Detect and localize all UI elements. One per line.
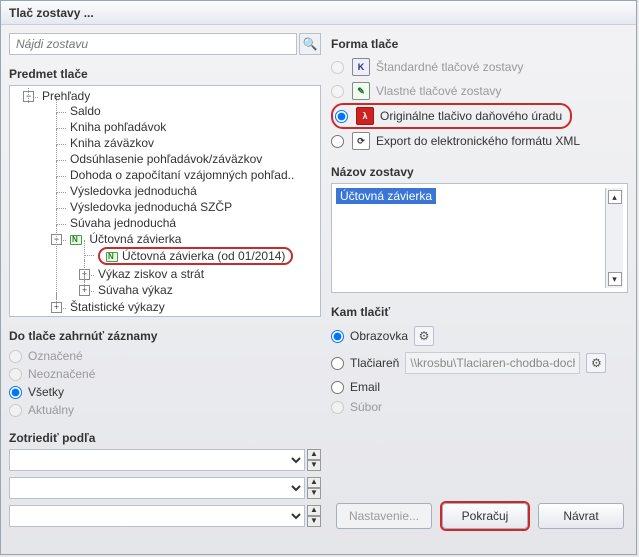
expand-toggle[interactable]: + <box>51 302 62 313</box>
sort-down-icon[interactable]: ▼ <box>307 460 321 471</box>
tree-node[interactable]: Súvaha jednoduchá <box>70 216 176 230</box>
kros-icon: K <box>352 58 370 76</box>
include-unmarked-radio <box>9 368 22 381</box>
scroll-down-icon[interactable]: ▾ <box>608 272 622 286</box>
report-name-list[interactable]: Účtovná závierka ▴ ▾ <box>331 183 628 293</box>
scroll-up-icon[interactable]: ▴ <box>608 190 622 204</box>
doc-icon: ✎ <box>352 82 370 100</box>
tree-node[interactable]: Výkaz ziskov a strát <box>98 267 204 281</box>
dest-printer-label: Tlačiareň <box>350 356 399 370</box>
form-custom-radio <box>331 85 344 98</box>
back-button[interactable]: Návrat <box>538 503 624 529</box>
search-icon[interactable]: 🔍 <box>299 33 321 55</box>
sort-up-icon[interactable]: ▲ <box>307 477 321 488</box>
dest-email-label: Email <box>350 380 380 394</box>
printer-select <box>405 352 580 374</box>
pdf-icon: λ <box>356 107 374 125</box>
report-n-icon <box>70 235 82 245</box>
expand-toggle[interactable]: − <box>51 234 62 245</box>
scrollbar[interactable]: ▴ ▾ <box>605 188 623 288</box>
form-label: Forma tlače <box>331 37 628 51</box>
print-dialog: Tlač zostavy ... 🔍 Predmet tlače − Prehľ… <box>0 0 637 555</box>
xml-icon: ⟳ <box>352 132 370 150</box>
dialog-title: Tlač zostavy ... <box>1 1 636 25</box>
tree-node[interactable]: Saldo <box>70 104 101 118</box>
dest-screen-radio[interactable] <box>331 330 344 343</box>
dest-file-radio <box>331 401 344 414</box>
report-n-icon <box>106 252 118 262</box>
include-label: Do tlače zahrnúť záznamy <box>9 329 321 343</box>
include-marked-radio <box>9 350 22 363</box>
form-xml-radio[interactable] <box>331 135 344 148</box>
tree-node[interactable]: Kniha pohľadávok <box>70 120 166 134</box>
form-standard-radio <box>331 61 344 74</box>
tree-node[interactable]: Účtovná závierka <box>89 232 181 246</box>
search-input[interactable] <box>9 33 297 55</box>
name-label: Názov zostavy <box>331 165 628 179</box>
tree-node-selected[interactable]: Účtovná závierka (od 01/2014) <box>98 247 293 265</box>
tree-node[interactable]: Súvaha výkaz <box>98 283 173 297</box>
form-original-radio[interactable] <box>335 110 348 123</box>
settings-button: Nastavenie... <box>336 503 432 529</box>
tree-node[interactable]: Výsledovka jednoduchá <box>70 184 197 198</box>
tree-node[interactable]: Odsúhlasenie pohľadávok/záväzkov <box>70 152 262 166</box>
dest-label: Kam tlačiť <box>331 305 628 319</box>
sort-down-icon[interactable]: ▼ <box>307 488 321 499</box>
sort-select-2[interactable] <box>9 477 305 499</box>
expand-toggle[interactable]: − <box>23 91 34 102</box>
include-current-radio <box>9 404 22 417</box>
include-all-radio[interactable] <box>9 386 22 399</box>
tree-node[interactable]: Výsledovka jednoduchá SZČP <box>70 200 232 214</box>
report-tree[interactable]: − Prehľady Saldo Kniha pohľadávok Kniha … <box>9 85 321 317</box>
tree-node[interactable]: Dohoda o započítaní vzájomných pohľad.. <box>70 168 294 182</box>
sort-up-icon[interactable]: ▲ <box>307 505 321 516</box>
subject-label: Predmet tlače <box>9 67 321 81</box>
tree-node[interactable]: Kniha záväzkov <box>70 136 154 150</box>
sort-select-1[interactable] <box>9 449 305 471</box>
expand-toggle[interactable]: + <box>79 285 90 296</box>
gear-icon[interactable]: ⚙ <box>414 326 434 346</box>
sort-label: Zotriediť podľa <box>9 431 321 445</box>
continue-button[interactable]: Pokračuj <box>442 503 528 529</box>
tree-node-root[interactable]: Prehľady <box>42 89 90 103</box>
sort-up-icon[interactable]: ▲ <box>307 449 321 460</box>
report-name-item[interactable]: Účtovná závierka <box>336 188 436 204</box>
dest-screen-label: Obrazovka <box>350 329 408 343</box>
dest-email-radio[interactable] <box>331 381 344 394</box>
tree-node[interactable]: Štatistické výkazy <box>70 300 165 314</box>
dest-printer-radio[interactable] <box>331 357 344 370</box>
gear-icon[interactable]: ⚙ <box>586 353 606 373</box>
sort-down-icon[interactable]: ▼ <box>307 516 321 527</box>
dest-file-label: Súbor <box>350 400 382 414</box>
sort-select-3[interactable] <box>9 505 305 527</box>
